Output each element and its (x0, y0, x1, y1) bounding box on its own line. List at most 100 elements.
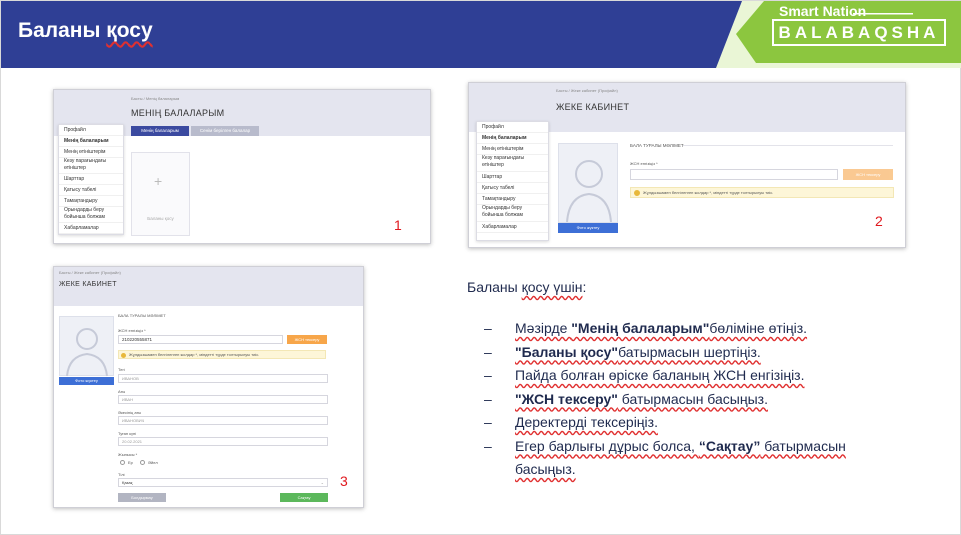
patronymic-label: Әкесінің аты (118, 410, 142, 415)
shot1-page-title: МЕНІҢ БАЛАЛАРЫМ (131, 108, 225, 118)
required-fields-note: Жұлдызшамен белгіленген жолдар *, міндет… (630, 187, 894, 198)
person-icon (66, 328, 108, 377)
step-number-3: 3 (340, 473, 348, 489)
sidebar-item[interactable]: Тамақтандыру (59, 196, 123, 207)
language-select[interactable]: Қазақ ⌄ (118, 478, 328, 487)
logo-underline (853, 13, 913, 15)
tab-trusted-children[interactable]: Сенім берілген балалар (191, 126, 259, 136)
intro-part-b: қосу үшін (521, 279, 583, 295)
sidebar-item[interactable]: Хабарламалар (59, 223, 123, 234)
shot2-section-title: БАЛА ТУРАЛЫ МӘЛІМЕТ (630, 143, 684, 148)
language-label: Тілі (118, 472, 125, 477)
sidebar-item[interactable]: Менің өтініштерім (59, 147, 123, 158)
title-part2: қосу (106, 19, 153, 42)
iin-label: ЖСН енгізіңіз * (118, 328, 146, 333)
shot3-section-title: БАЛА ТУРАЛЫ МӘЛІМЕТ (118, 313, 166, 318)
sidebar-item-active[interactable]: Менің балаларым (59, 136, 123, 147)
info-icon (634, 190, 640, 196)
birthdate-field[interactable]: 20.02.2021 (118, 437, 328, 446)
gender-male-label: Ер (128, 460, 133, 465)
name-field[interactable]: ИВАН (118, 395, 328, 404)
intro-part-a: Баланы (467, 279, 522, 295)
tab-my-children[interactable]: Менің балаларым (131, 126, 189, 136)
sidebar-item[interactable]: Тамақтандыру (477, 194, 548, 205)
plus-icon: + (154, 173, 163, 189)
sidebar-item[interactable]: Кезу парағындағы өтініштер (59, 158, 123, 174)
instruction-step: – "Баланы қосу"батырмасын шертіңіз. (484, 343, 761, 360)
save-button[interactable]: Сақтау (280, 493, 328, 502)
sidebar-item[interactable]: Шарттар (477, 172, 548, 183)
child-photo-placeholder (59, 316, 114, 377)
iin-input[interactable] (630, 169, 838, 180)
step-number-1: 1 (394, 217, 402, 233)
instruction-step: – Егер барлығы дұрыс болса, “Сақтау” баты… (484, 437, 846, 478)
patronymic-field[interactable]: ИВАНОВИЧ (118, 416, 328, 425)
sidebar-item[interactable]: Профайл (477, 122, 548, 133)
gender-label: Жынысы * (118, 452, 138, 457)
gender-male-radio[interactable] (120, 460, 125, 465)
sidebar-item[interactable]: Профайл (59, 125, 123, 136)
shot3-page-title: ЖЕКЕ КАБИНЕТ (59, 281, 117, 288)
shot2-page-title: ЖЕКЕ КАБИНЕТ (556, 102, 630, 112)
instruction-steps: – Мәзірде "Менің балаларым"бөліміне өтіңі… (484, 317, 904, 482)
language-value: Қазақ (122, 480, 133, 485)
person-icon (566, 160, 612, 223)
intro-part-c: : (582, 279, 587, 295)
sidebar-item[interactable]: Қатысу табелі (477, 183, 548, 194)
step-number-2: 2 (875, 213, 883, 229)
sidebar-item[interactable]: Кезу парағындағы өтініштер (477, 155, 548, 172)
tab-trusted-children-label: Сенім берілген балалар (199, 128, 251, 133)
iin-label: ЖСН енгізіңіз * (630, 161, 658, 166)
surname-label: Тегі (118, 367, 125, 372)
screenshot-child-details: Басты / Жеке кабинет (Профайл) ЖЕКЕ КАБИ… (53, 266, 364, 508)
upload-photo-button[interactable]: Фото жүктеу (59, 377, 114, 385)
title-part1: Баланы (18, 19, 107, 42)
logo-smart-nation: Smart Nation (779, 3, 867, 19)
shot1-breadcrumb: Басты / Менің балаларым (131, 96, 180, 101)
check-iin-button[interactable]: ЖСН тексеру (287, 335, 327, 344)
required-note-text: Жұлдызшамен белгіленген жолдар *, міндет… (643, 190, 774, 195)
required-fields-note: Жұлдызшамен белгіленген жолдар *, міндет… (118, 350, 326, 359)
header-bar: Баланы қосу Smart Nation BALABAQSHA (1, 1, 961, 68)
check-iin-button[interactable]: ЖСН тексеру (843, 169, 893, 180)
sidebar-item[interactable]: Қатысу табелі (59, 185, 123, 196)
shot1-sidebar: Профайл Менің балаларым Менің өтініштері… (58, 124, 124, 235)
sidebar-item[interactable]: Орындарды беру бойынша болжам (477, 205, 548, 222)
sidebar-item[interactable]: Хабарламалар (477, 222, 548, 233)
upload-photo-label: Фото жүктеу (75, 378, 98, 383)
sidebar-item[interactable]: Шарттар (59, 174, 123, 185)
instruction-step: – Деректерді тексеріңіз. (484, 414, 658, 430)
sidebar-item-active[interactable]: Менің балаларым (477, 133, 548, 144)
sidebar-item[interactable]: Менің өтініштерім (477, 144, 548, 155)
cancel-label: Болдырмау (131, 495, 153, 500)
cancel-button[interactable]: Болдырмау (118, 493, 166, 502)
chevron-down-icon: ⌄ (320, 480, 324, 485)
save-label: Сақтау (297, 495, 311, 500)
iin-input[interactable]: 210220555871 (118, 335, 283, 344)
upload-photo-label: Фото жүктеу (576, 225, 600, 230)
shot2-sidebar: Профайл Менің балаларым Менің өтініштері… (476, 121, 549, 241)
required-note-text: Жұлдызшамен белгіленген жолдар *, міндет… (129, 352, 260, 357)
child-photo-placeholder (558, 143, 618, 223)
screenshot-my-children: Басты / Менің балаларым МЕНІҢ БАЛАЛАРЫМ … (53, 89, 431, 244)
add-child-label: Баланы қосу (147, 216, 174, 221)
tab-my-children-label: Менің балаларым (141, 128, 179, 133)
gender-female-radio[interactable] (140, 460, 145, 465)
logo-balabaqsha: BALABAQSHA (772, 19, 946, 46)
birthdate-label: Туған күні (118, 431, 137, 436)
info-icon (121, 353, 126, 358)
shot3-breadcrumb: Басты / Жеке кабинет (Профайл) (59, 270, 121, 275)
instruction-step: – Пайда болған өріске баланың ЖСН енгізің… (484, 367, 805, 383)
upload-photo-button[interactable]: Фото жүктеу (558, 223, 618, 233)
surname-field[interactable]: ИВАНОВ (118, 374, 328, 383)
section-divider (683, 145, 893, 146)
slide-title: Баланы қосу (18, 19, 153, 43)
check-iin-label: ЖСН тексеру (294, 337, 320, 342)
name-label: Аты (118, 389, 126, 394)
add-child-card[interactable]: + Баланы қосу (131, 152, 190, 236)
instructions-intro: Баланы қосу үшін: (467, 279, 586, 295)
shot2-breadcrumb: Басты / Жеке кабинет (Профайл) (556, 88, 618, 93)
sidebar-item[interactable]: Орындарды беру бойынша болжам (59, 207, 123, 223)
check-iin-label: ЖСН тексеру (855, 172, 881, 177)
slide: Баланы қосу Smart Nation BALABAQSHA Баст… (0, 0, 961, 535)
